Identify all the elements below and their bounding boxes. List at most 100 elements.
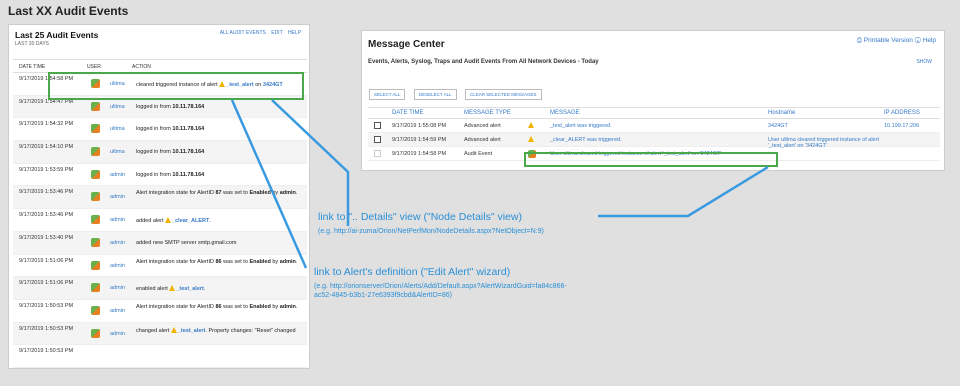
row-date-time: 9/17/2019 1:51:06 PM [19,280,74,287]
row-action: added new SMTP server smtp.gmail.com [136,240,301,247]
col-user: USER [87,64,101,70]
col-message-type[interactable]: MESSAGE TYPE [464,110,511,116]
user-avatar-icon [91,305,100,315]
action-text: added alert [136,218,166,225]
help-link[interactable]: Help [923,37,936,44]
row-user-link[interactable]: admin [110,217,125,223]
row-action: added alert _clear_ALERT. [136,217,301,225]
table-row: 9/17/2019 1:51:06 PM admin Alert integrati… [13,255,307,278]
row-user-link[interactable]: admin [110,194,125,200]
row-checkbox[interactable] [374,122,381,129]
user-avatar-icon [91,147,100,157]
message-center-panel: Message Center ⎙ Printable Version ⓘ Hel… [361,30,945,171]
row-action: logged in from 10.11.78.164 [136,172,301,179]
col-ip-address[interactable]: IP ADDRESS [884,110,920,116]
user-avatar-icon [91,124,100,134]
alert-link[interactable]: _test_alert [176,286,204,292]
row-ip-link[interactable]: 10.199.17.206 [884,123,919,129]
row-message-type: Advanced alert [464,137,501,143]
col-message[interactable]: MESSAGE [550,110,580,116]
audit-panel-subtitle: LAST 30 DAYS [15,41,49,47]
alert-link[interactable]: _test_alert [178,328,206,334]
help-circle-icon[interactable]: ⓘ [915,37,921,44]
row-checkbox[interactable] [374,136,381,143]
deselect-all-button[interactable]: DESELECT ALL [413,89,457,100]
row-date-time: 9/17/2019 1:53:46 PM [19,212,74,219]
table-row: 9/17/2019 1:54:10 PM ultima logged in from… [13,141,307,164]
select-all-button[interactable]: SELECT ALL [369,89,406,100]
action-text: changed alert [136,327,171,334]
row-user-link[interactable]: ultima [110,149,125,155]
row-date-time: 9/17/2019 1:53:40 PM [19,234,74,241]
row-message-type: Audit Event [464,151,493,157]
all-audit-events-link[interactable]: ALL AUDIT EVENTS [220,30,266,36]
row-user-link[interactable]: admin [110,263,125,269]
action-bold: 10.11.78.164 [172,103,205,110]
row-message-type: Advanced alert [464,123,501,129]
table-row: 9/17/2019 1:50:53 PM admin Alert integrati… [13,300,307,323]
col-date-time: DATE TIME [19,64,46,70]
user-avatar-icon [91,215,100,225]
row-checkbox[interactable] [374,150,381,157]
row-user-link[interactable]: admin [110,240,125,246]
row-user-link[interactable]: ultima [110,126,125,132]
action-text: . Property changes: "Reset" changed [205,327,296,334]
alert-link[interactable]: _clear_ALERT [172,218,209,224]
action-text: was set to [221,258,250,265]
row-user-link[interactable]: ultima [110,104,125,110]
col-hostname[interactable]: Hostname [768,110,795,116]
message-center-buttons: SELECT ALL DESELECT ALL CLEAR SELECTED M… [369,83,546,101]
connector-message [598,165,769,218]
printer-icon[interactable]: ⎙ [857,37,862,44]
clear-selected-button[interactable]: CLEAR SELECTED MESSAGES [465,89,542,100]
edit-link[interactable]: EDIT [271,30,282,36]
action-text: Alert integration state for AlertID [136,258,216,265]
show-link[interactable]: SHOW [916,59,932,65]
action-text: by [270,258,280,265]
row-action: Alert integration state for AlertID 86 w… [136,259,301,266]
message-table-header: DATE TIME MESSAGE TYPE MESSAGE Hostname … [368,107,940,119]
action-text: Alert integration state for AlertID [136,190,216,197]
action-bold: 10.11.78.164 [172,126,205,133]
action-text: logged in from [136,171,173,178]
row-date-time: 9/17/2019 1:50:53 PM [19,325,74,332]
row-action: logged in from 10.11.78.164 [136,126,301,133]
table-row: 9/17/2019 1:50:53 PM [13,345,307,368]
row-date-time: 9/17/2019 1:54:59 PM [392,137,447,143]
action-text: by [270,190,280,197]
action-text: logged in from [136,126,173,133]
row-date-time: 9/17/2019 1:53:46 PM [19,189,74,196]
row-message-link[interactable]: _clear_ALERT was triggered. [550,137,622,143]
printable-version-link[interactable]: Printable Version [864,37,913,44]
row-user-link[interactable]: admin [110,308,125,314]
help-link[interactable]: HELP [288,30,301,36]
table-row: 9/17/2019 1:51:06 PM admin enabled alert _… [13,277,307,300]
message-center-subtitle: Events, Alerts, Syslog, Traps and Audit … [368,59,599,65]
row-date-time: 9/17/2019 1:50:53 PM [19,302,74,309]
warning-icon [528,122,534,128]
row-date-time: 9/17/2019 1:54:10 PM [19,144,74,151]
row-message-link[interactable]: _test_alert was triggered. [550,123,612,129]
row-date-time: 9/17/2019 1:50:53 PM [19,348,74,355]
action-bold: Enabled [249,190,271,197]
row-date-time: 9/17/2019 1:54:32 PM [19,121,74,128]
row-user-link[interactable]: admin [110,331,125,337]
row-action: enabled alert _test_alert. [136,285,301,293]
row-user-link[interactable]: admin [110,285,125,291]
highlight-box-message [524,152,778,167]
table-row: 9/17/2019 1:50:53 PM admin changed alert _… [13,322,307,346]
action-bold: 10.11.78.164 [172,149,205,156]
action-text: . [209,218,211,225]
warning-icon [165,217,172,224]
action-text: Alert integration state for AlertID [136,303,216,310]
col-date-time[interactable]: DATE TIME [392,110,423,116]
audit-table-body: 9/17/2019 1:54:58 PM ultima cleared trigge… [13,73,307,368]
page-heading: Last XX Audit Events [8,4,129,18]
row-action: Alert integration state for AlertID 87 w… [136,190,301,197]
row-user-link[interactable]: admin [110,172,125,178]
user-avatar-icon [91,192,100,202]
row-hostname-link[interactable]: 3424GT [768,123,886,129]
action-text: . [203,286,206,293]
action-text: was set to [221,190,250,197]
highlight-box-audit [48,72,304,100]
